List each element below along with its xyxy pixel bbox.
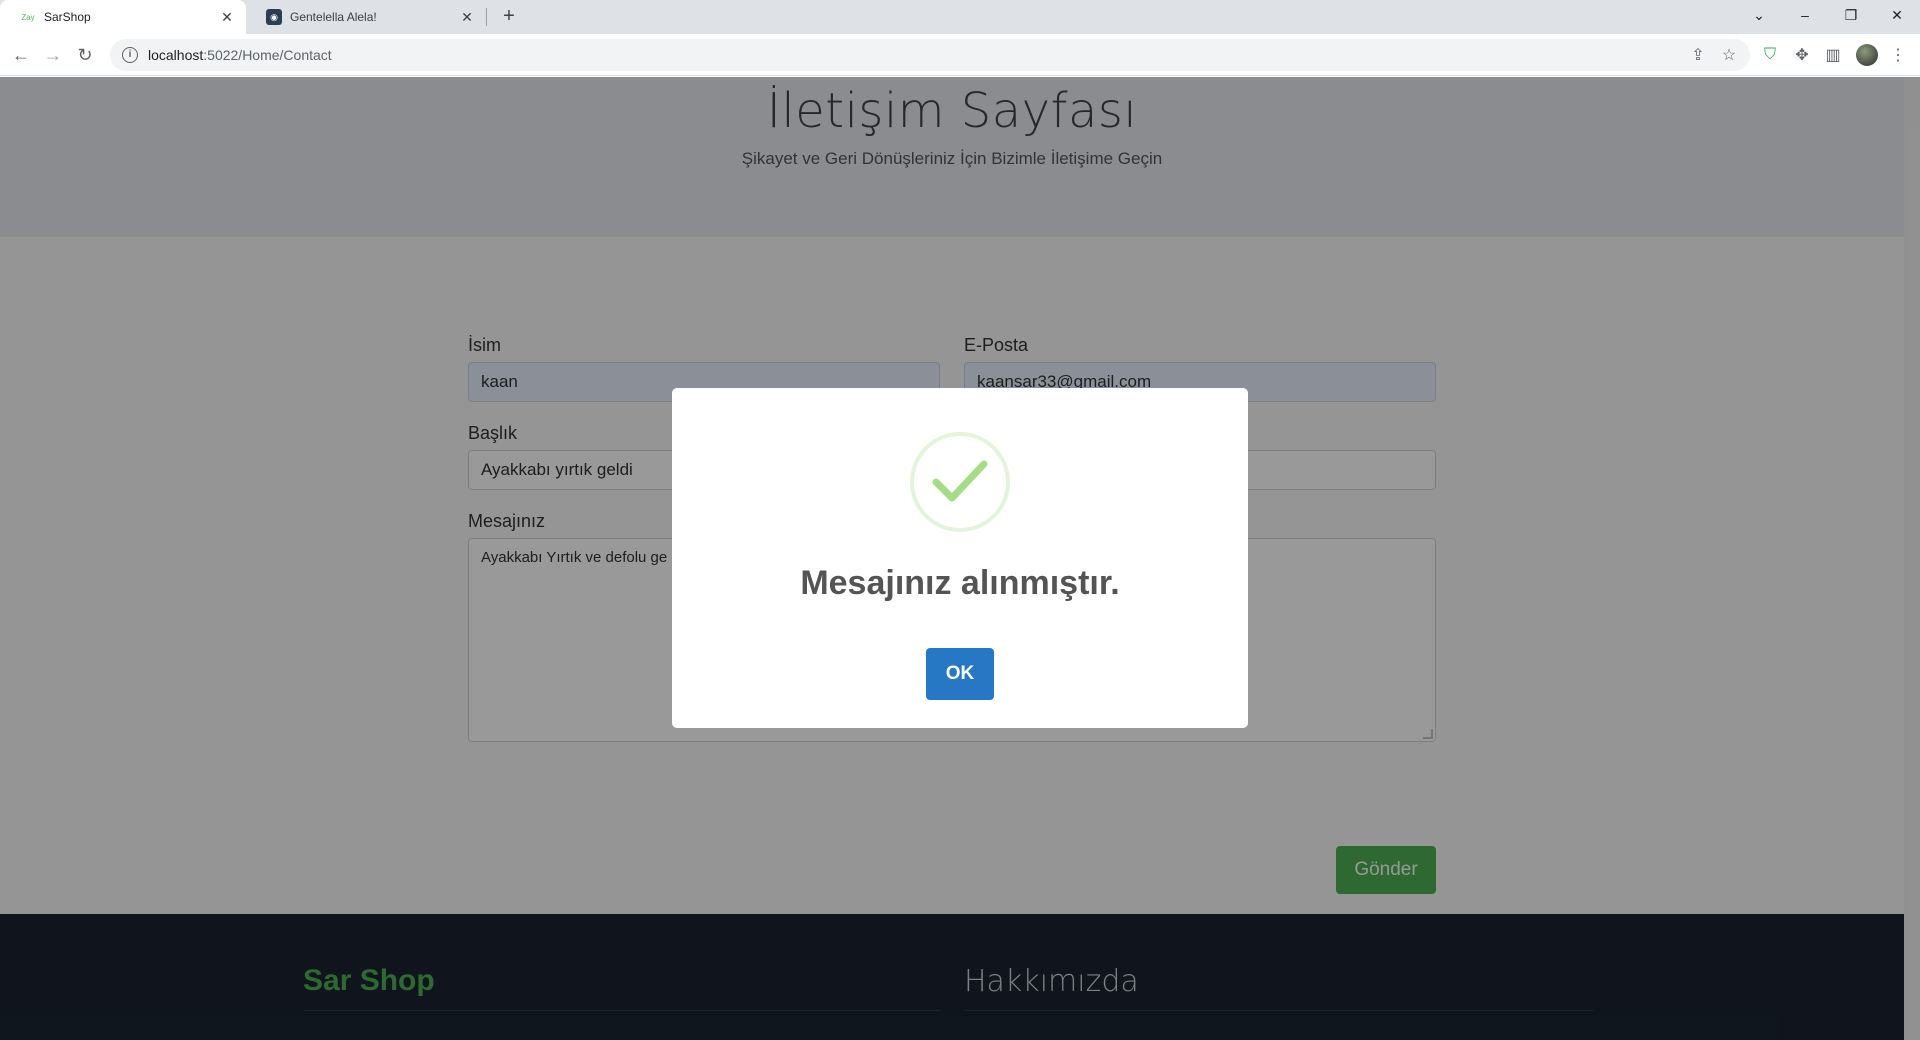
close-tab-icon[interactable]: ✕	[458, 9, 476, 26]
back-arrow-icon[interactable]: ←	[8, 42, 34, 68]
extensions-puzzle-icon[interactable]: ✥	[1791, 44, 1813, 66]
dialog-title: Mesajınız alınmıştır.	[800, 564, 1120, 602]
tab-gentelella[interactable]: ◉ Gentelella Alela! ✕	[246, 0, 486, 34]
share-icon[interactable]: ⇪	[1687, 44, 1709, 66]
forward-arrow-icon[interactable]: →	[40, 42, 66, 68]
close-tab-icon[interactable]: ✕	[218, 9, 236, 26]
sarshop-favicon-icon: Zay	[21, 12, 35, 22]
restore-button[interactable]: ❐	[1828, 0, 1874, 30]
tab-title: Gentelella Alela!	[290, 10, 377, 24]
menu-kebab-icon[interactable]: ⋮	[1887, 44, 1909, 66]
tab-title: SarShop	[44, 10, 91, 24]
site-info-icon[interactable]: i	[122, 47, 138, 63]
gentelella-favicon-icon: ◉	[266, 9, 282, 25]
url-host: localhost	[148, 47, 204, 63]
reload-icon[interactable]: ↻	[72, 42, 98, 68]
url-path: :5022/Home/Contact	[203, 47, 332, 63]
profile-avatar[interactable]	[1856, 44, 1878, 66]
shield-extension-icon[interactable]: ⛉	[1759, 44, 1781, 66]
address-bar[interactable]: i localhost:5022/Home/Contact	[110, 39, 1750, 71]
tab-sarshop[interactable]: Zay SarShop ✕	[0, 0, 246, 34]
tab-separator	[486, 8, 487, 26]
close-window-button[interactable]: ✕	[1874, 0, 1920, 30]
bookmark-star-icon[interactable]: ☆	[1718, 44, 1740, 66]
tab-search-chevron-icon[interactable]: ⌄	[1736, 0, 1782, 30]
new-tab-button[interactable]: +	[498, 6, 520, 28]
ok-button[interactable]: OK	[926, 648, 994, 700]
side-panel-icon[interactable]: ▥	[1822, 44, 1844, 66]
browser-tab-bar: Zay SarShop ✕ ◉ Gentelella Alela! ✕ + ⌄ …	[0, 0, 1920, 34]
minimize-button[interactable]: –	[1782, 0, 1828, 30]
success-check-icon	[910, 432, 1010, 532]
success-dialog: Mesajınız alınmıştır. OK	[672, 388, 1248, 728]
browser-toolbar: ← → ↻ i localhost:5022/Home/Contact ⇪ ☆ …	[0, 34, 1920, 76]
